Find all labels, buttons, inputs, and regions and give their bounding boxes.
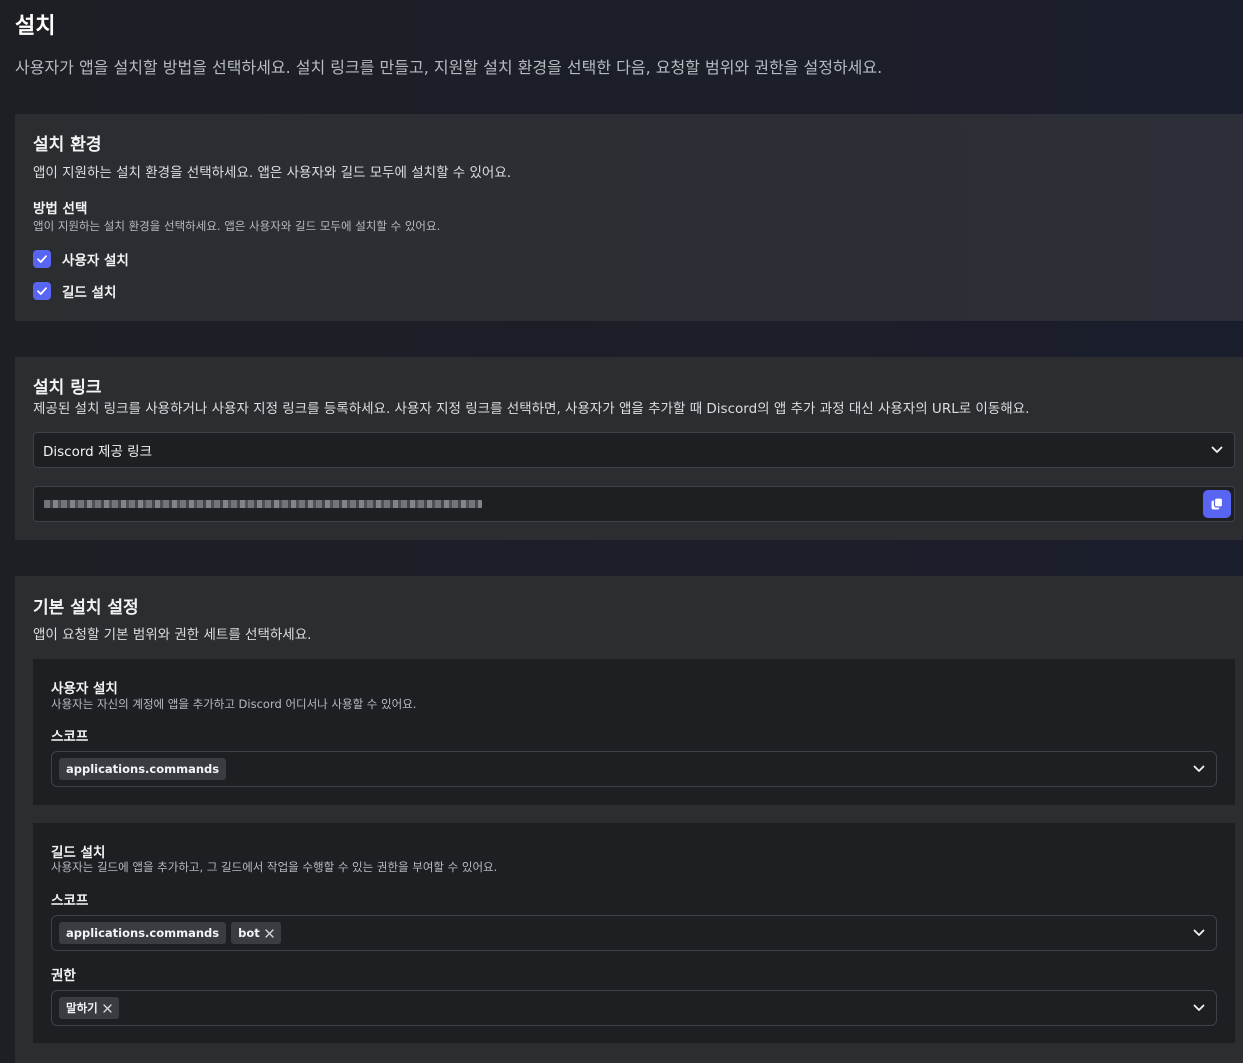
- chevron-down-icon: [1192, 926, 1206, 940]
- guild-install-permission-select[interactable]: 말하기: [51, 990, 1217, 1026]
- user-install-checkbox[interactable]: 사용자 설치: [33, 249, 129, 269]
- page-title: 설치: [15, 14, 56, 39]
- chevron-down-icon: [1210, 443, 1224, 457]
- install-context-title: 설치 환경: [33, 135, 102, 155]
- guild-install-scope-label: 스코프: [51, 893, 89, 909]
- guild-install-checkbox-label: 길드 설치: [62, 285, 117, 301]
- guild-install-permission-label: 권한: [51, 968, 76, 984]
- close-icon[interactable]: [103, 1003, 112, 1013]
- user-install-scope-select[interactable]: applications.commands: [51, 751, 1217, 787]
- user-install-description: 사용자는 자신의 계정에 앱을 추가하고 Discord 어디서나 사용할 수 …: [51, 697, 417, 711]
- page-subtitle: 사용자가 앱을 설치할 방법을 선택하세요. 설치 링크를 만들고, 지원할 설…: [15, 58, 883, 77]
- install-context-card: 설치 환경 앱이 지원하는 설치 환경을 선택하세요. 앱은 사용자와 길드 모…: [15, 114, 1243, 321]
- permission-tag: 말하기: [59, 997, 119, 1019]
- scope-tag-label: applications.commands: [66, 926, 220, 940]
- method-select-description: 앱이 지원하는 설치 환경을 선택하세요. 앱은 사용자와 길드 모두에 설치할…: [33, 219, 441, 233]
- user-install-title: 사용자 설치: [51, 681, 118, 697]
- user-install-settings: 사용자 설치 사용자는 자신의 계정에 앱을 추가하고 Discord 어디서나…: [33, 659, 1235, 805]
- guild-install-scope-select[interactable]: applications.commands bot: [51, 915, 1217, 951]
- scope-tag: applications.commands: [59, 922, 227, 944]
- copy-button[interactable]: [1203, 490, 1231, 518]
- install-link-title: 설치 링크: [33, 378, 102, 398]
- method-select-title: 방법 선택: [33, 201, 88, 217]
- default-install-settings-card: 기본 설치 설정 앱이 요청할 기본 범위와 권한 세트를 선택하세요. 사용자…: [15, 576, 1243, 1063]
- close-icon[interactable]: [265, 928, 274, 938]
- guild-install-description: 사용자는 길드에 앱을 추가하고, 그 길드에서 작업을 수행할 수 있는 권한…: [51, 860, 498, 874]
- install-link-url-field[interactable]: [33, 486, 1235, 522]
- user-install-scope-label: 스코프: [51, 729, 89, 745]
- install-link-select[interactable]: Discord 제공 링크: [33, 432, 1235, 468]
- install-link-url-redacted: [44, 500, 482, 508]
- scope-tag: bot: [231, 922, 281, 944]
- guild-install-settings: 길드 설치 사용자는 길드에 앱을 추가하고, 그 길드에서 작업을 수행할 수…: [33, 823, 1235, 1043]
- guild-install-checkbox[interactable]: 길드 설치: [33, 281, 116, 301]
- install-link-card: 설치 링크 제공된 설치 링크를 사용하거나 사용자 지정 링크를 등록하세요.…: [15, 357, 1243, 540]
- install-link-select-value: Discord 제공 링크: [43, 444, 153, 460]
- scope-tag-label: bot: [238, 926, 260, 940]
- chevron-down-icon: [1192, 762, 1206, 776]
- permission-tag-label: 말하기: [66, 1001, 98, 1015]
- scope-tag: applications.commands: [59, 758, 227, 780]
- default-settings-title: 기본 설치 설정: [33, 598, 139, 618]
- scope-tag-label: applications.commands: [66, 762, 220, 776]
- chevron-down-icon: [1192, 1001, 1206, 1015]
- check-icon: [33, 282, 51, 300]
- install-context-description: 앱이 지원하는 설치 환경을 선택하세요. 앱은 사용자와 길드 모두에 설치할…: [33, 165, 512, 181]
- user-install-checkbox-label: 사용자 설치: [62, 253, 129, 269]
- check-icon: [33, 250, 51, 268]
- guild-install-title: 길드 설치: [51, 845, 106, 861]
- install-link-description: 제공된 설치 링크를 사용하거나 사용자 지정 링크를 등록하세요. 사용자 지…: [33, 401, 1030, 417]
- default-settings-description: 앱이 요청할 기본 범위와 권한 세트를 선택하세요.: [33, 627, 312, 643]
- copy-icon: [1210, 497, 1224, 511]
